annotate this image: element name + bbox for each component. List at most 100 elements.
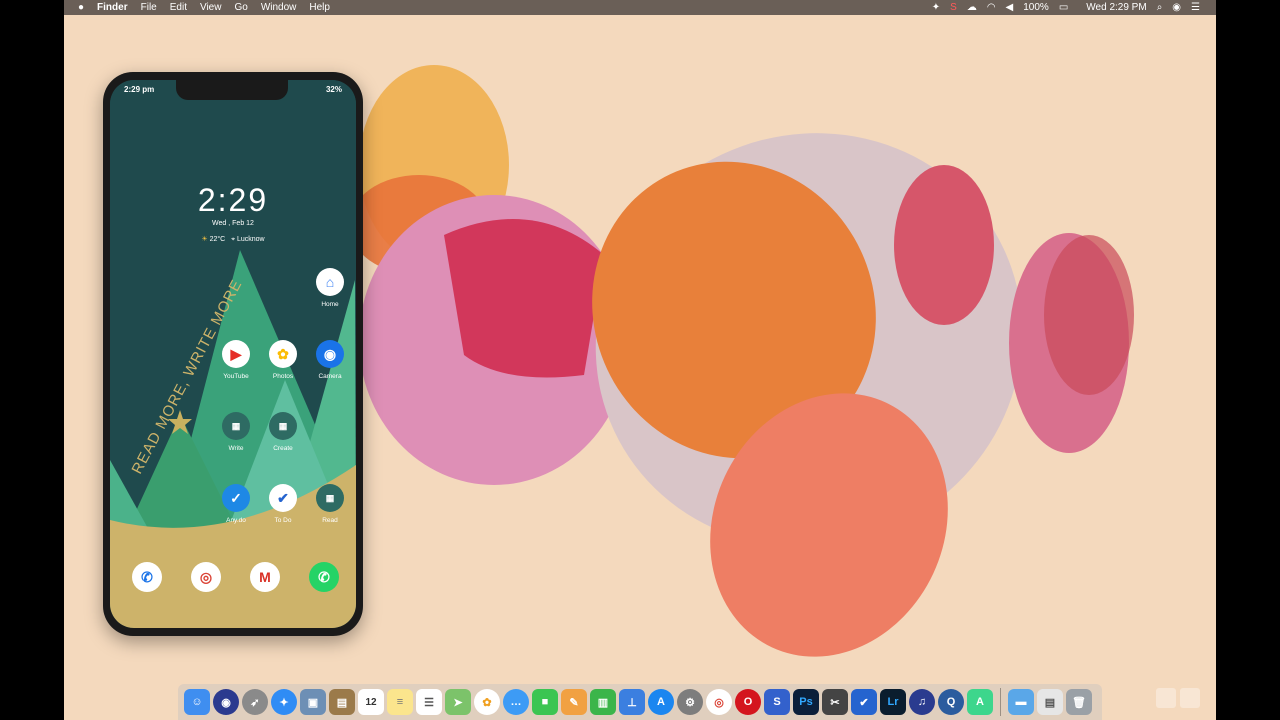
keynote-icon[interactable]: ⊥ (619, 689, 645, 715)
menu-window[interactable]: Window (261, 0, 297, 15)
battery-icon[interactable]: ▭ (1059, 0, 1068, 15)
facetime-icon[interactable]: ■ (532, 689, 558, 715)
reminders-icon[interactable]: ☰ (416, 689, 442, 715)
dock-separator (1000, 688, 1001, 716)
battery-percent[interactable]: 100% (1023, 0, 1049, 15)
pages-icon[interactable]: ✎ (561, 689, 587, 715)
phone-notch (176, 80, 288, 100)
numbers-icon[interactable]: ▥ (590, 689, 616, 715)
simplenote-icon[interactable]: S (764, 689, 790, 715)
app-photos[interactable]: ✿ Photos (263, 340, 303, 380)
app-youtube-label: YouTube (223, 373, 249, 380)
notes-icon[interactable]: ≡ (387, 689, 413, 715)
folder-read-label: Read (322, 517, 338, 524)
app-anydo[interactable]: ✓ Any.do (216, 484, 256, 524)
maps-icon[interactable]: ➤ (445, 689, 471, 715)
chrome-app-icon[interactable]: ◎ (191, 562, 221, 592)
photoshop-icon[interactable]: Ps (793, 689, 819, 715)
app-camera[interactable]: ◉ Camera (310, 340, 350, 380)
read-folder-icon: ▦ (316, 484, 344, 512)
menu-clock[interactable]: Wed 2:29 PM (1086, 0, 1146, 15)
apple-menu-icon[interactable]: ● (78, 0, 84, 15)
app-home-label: Home (321, 301, 339, 308)
siri-menu-icon[interactable]: ◉ (1172, 0, 1181, 15)
finder-icon[interactable]: ☺ (184, 689, 210, 715)
menu-bar: ● Finder File Edit View Go Window Help ✦… (64, 0, 1216, 15)
opera-icon[interactable]: O (735, 689, 761, 715)
app-youtube[interactable]: ▶ YouTube (216, 340, 256, 380)
todo-icon[interactable]: ✔ (851, 689, 877, 715)
app-camera-label: Camera (318, 373, 342, 380)
picture-in-picture-icon[interactable] (1180, 688, 1200, 708)
phone-weather: ☀ 22°C ⌖ Lucknow (110, 235, 356, 244)
whatsapp-icon[interactable]: ✆ (309, 562, 339, 592)
google-home-icon: ⌂ (316, 268, 344, 296)
write-folder-icon: ▦ (222, 412, 250, 440)
folder-create-label: Create (273, 445, 293, 452)
phone-screen: READ MORE, WRITE MORE 2:29 pm 32% 2:29 W… (110, 80, 356, 628)
calendar-icon[interactable]: 12 (358, 689, 384, 715)
lightroom-label: Lr (887, 696, 899, 708)
phone-mockup: READ MORE, WRITE MORE 2:29 pm 32% 2:29 W… (103, 72, 363, 636)
chrome-icon[interactable]: ◎ (706, 689, 732, 715)
downloads-icon[interactable]: ▤ (1037, 689, 1063, 715)
photoshop-label: Ps (799, 696, 813, 708)
menu-view[interactable]: View (200, 0, 222, 15)
app-home[interactable]: ⌂ Home (310, 268, 350, 308)
menu-help[interactable]: Help (309, 0, 330, 15)
phone-date: Wed , Feb 12 (212, 220, 254, 227)
dock: ☺ ◉ ➶ ✦ ▣ ▤ 12 ≡ ☰ ➤ ✿ … ■ ✎ ▥ ⊥ A ⚙ ◎ O… (178, 684, 1102, 720)
menu-app-name[interactable]: Finder (97, 0, 128, 15)
menu-file[interactable]: File (141, 0, 157, 15)
app-anydo-label: Any.do (226, 517, 246, 524)
google-photos-icon: ✿ (269, 340, 297, 368)
folder-icon[interactable]: ▬ (1008, 689, 1034, 715)
folder-create[interactable]: ▦ Create (263, 412, 303, 452)
spotlight-icon[interactable]: ⌕ (1157, 0, 1163, 15)
audiobook-icon[interactable]: ♫ (909, 689, 935, 715)
wifi-icon[interactable]: ◠ (987, 0, 996, 15)
phone-dialer-icon[interactable]: ✆ (132, 562, 162, 592)
app-store-icon[interactable]: A (648, 689, 674, 715)
system-preferences-icon[interactable]: ⚙ (677, 689, 703, 715)
photos-icon[interactable]: ✿ (474, 689, 500, 715)
youtube-icon: ▶ (222, 340, 250, 368)
android-studio-icon[interactable]: A (967, 689, 993, 715)
phone-location: Lucknow (236, 236, 265, 243)
folder-read[interactable]: ▦ Read (310, 484, 350, 524)
app-photos-label: Photos (272, 373, 294, 380)
phone-temperature: 22°C (209, 236, 226, 243)
phone-clock: 2:29 (197, 182, 269, 218)
anydo-icon: ✓ (222, 484, 250, 512)
phone-status-time: 2:29 pm (124, 85, 155, 94)
menu-go[interactable]: Go (234, 0, 247, 15)
dropbox-icon[interactable]: ✦ (932, 0, 940, 15)
notification-center-icon[interactable]: ☰ (1191, 0, 1200, 15)
lightroom-icon[interactable]: Lr (880, 689, 906, 715)
final-cut-icon[interactable]: ✂ (822, 689, 848, 715)
simplenote-status-icon[interactable]: S (950, 0, 957, 15)
phone-status-battery: 32% (325, 85, 342, 94)
app-todo[interactable]: ✔ To Do (263, 484, 303, 524)
trash-icon[interactable]: 🗑 (1066, 689, 1092, 715)
desktop: ● Finder File Edit View Go Window Help ✦… (64, 0, 1216, 720)
menu-edit[interactable]: Edit (170, 0, 187, 15)
volume-icon[interactable]: ◀ (1006, 0, 1014, 15)
gmail-icon[interactable]: M (250, 562, 280, 592)
video-controls (1156, 688, 1200, 708)
messages-icon[interactable]: … (503, 689, 529, 715)
pause-icon[interactable] (1156, 688, 1176, 708)
quicktime-icon[interactable]: Q (938, 689, 964, 715)
safari-icon[interactable]: ✦ (271, 689, 297, 715)
location-pin-icon: ⌖ (231, 236, 236, 243)
notes-book-icon[interactable]: ▤ (329, 689, 355, 715)
app-todo-label: To Do (274, 517, 292, 524)
folder-write-label: Write (228, 445, 244, 452)
siri-icon[interactable]: ◉ (213, 689, 239, 715)
sun-icon: ☀ (201, 236, 208, 243)
cloud-icon[interactable]: ☁ (967, 0, 977, 15)
calendar-day: 12 (365, 696, 377, 708)
preview-icon[interactable]: ▣ (300, 689, 326, 715)
folder-write[interactable]: ▦ Write (216, 412, 256, 452)
launchpad-icon[interactable]: ➶ (242, 689, 268, 715)
